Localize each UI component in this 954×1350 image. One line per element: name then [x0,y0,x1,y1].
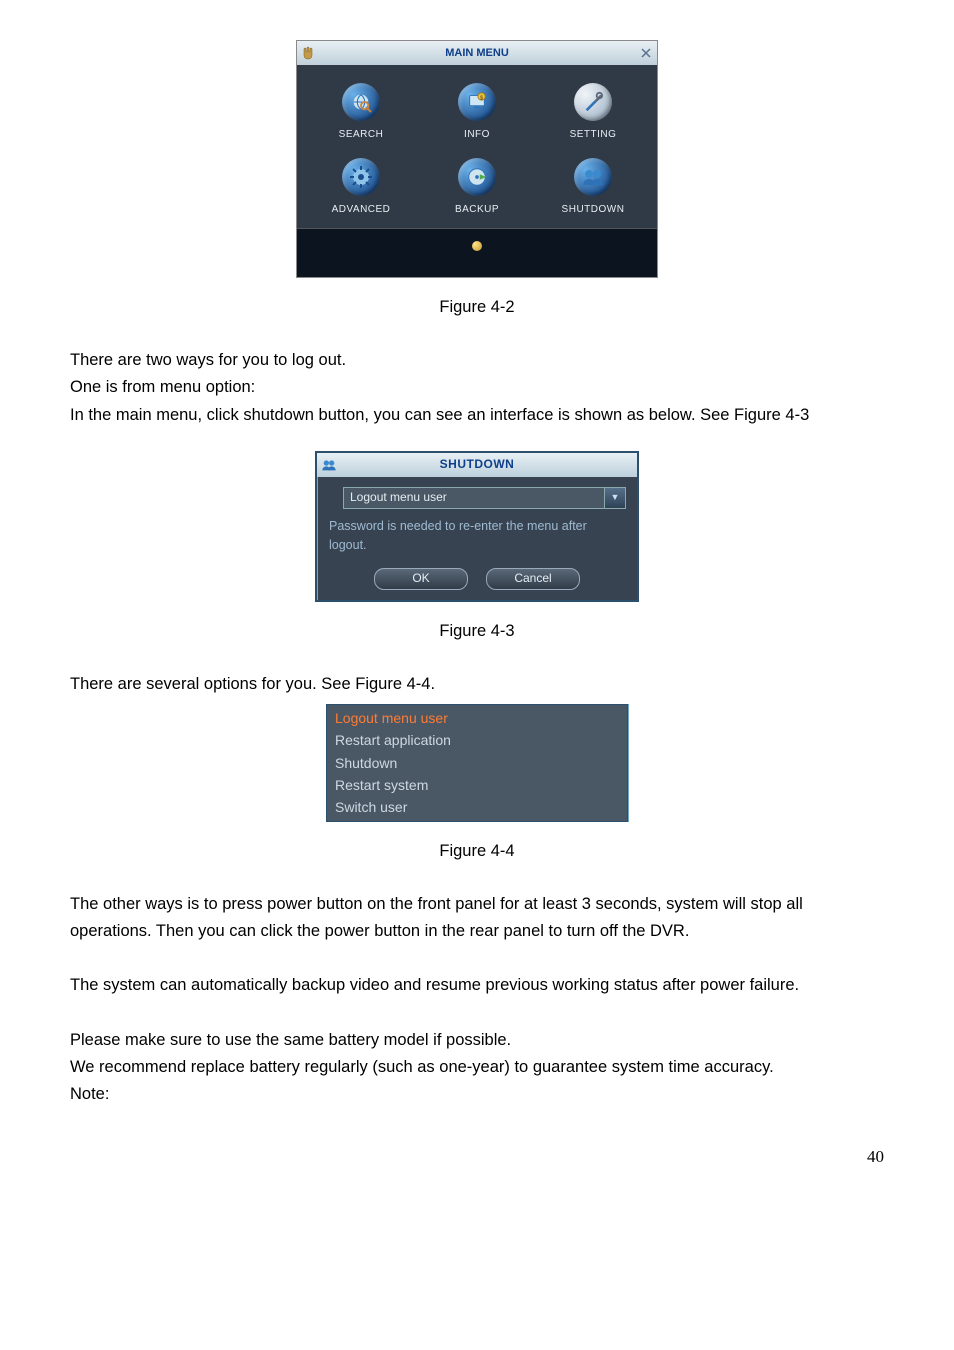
disc-play-icon [458,158,496,196]
shutdown-select[interactable]: Logout menu user ▼ [343,487,606,509]
monitor-info-icon: $ [458,83,496,121]
shutdown-message: Password is needed to re-enter the menu … [329,517,625,556]
menu-item-label: SEARCH [339,127,384,144]
main-menu-footer [297,228,657,277]
close-icon[interactable] [635,43,657,63]
body-text: One is from menu option: [70,374,884,401]
cancel-button[interactable]: Cancel [486,568,580,590]
list-item[interactable]: Restart application [327,729,627,751]
tools-icon [574,83,612,121]
menu-item-info[interactable]: $ INFO [419,83,535,144]
globe-search-icon [342,83,380,121]
status-dot-icon [472,241,482,251]
menu-item-search[interactable]: SEARCH [303,83,419,144]
body-text: The other ways is to press power button … [70,891,884,945]
menu-item-shutdown[interactable]: SHUTDOWN [535,158,651,219]
menu-hand-icon [297,43,319,63]
shutdown-title-icon [317,457,341,473]
menu-item-label: BACKUP [455,202,499,219]
list-item[interactable]: Restart system [327,774,627,796]
shutdown-titlebar: SHUTDOWN [317,453,637,477]
list-item[interactable]: Switch user [327,796,627,818]
users-icon [574,158,612,196]
shutdown-select-value: Logout menu user [350,488,447,508]
main-menu-window: MAIN MENU SEARCH $ INFO [296,40,658,278]
gear-icon [342,158,380,196]
figure-caption: Figure 4-3 [70,618,884,645]
figure-caption: Figure 4-2 [70,294,884,321]
body-text: There are two ways for you to log out. [70,347,884,374]
body-text: The system can automatically backup vide… [70,972,884,999]
menu-item-label: ADVANCED [332,202,391,219]
body-text: Please make sure to use the same battery… [70,1027,884,1054]
menu-item-advanced[interactable]: ADVANCED [303,158,419,219]
page-number: 40 [70,1143,884,1171]
shutdown-options-list[interactable]: Logout menu user Restart application Shu… [326,704,628,821]
svg-text:$: $ [480,95,483,101]
body-text: In the main menu, click shutdown button,… [70,402,884,429]
menu-item-label: SETTING [570,127,617,144]
menu-item-label: SHUTDOWN [562,202,625,219]
figure-caption: Figure 4-4 [70,838,884,865]
body-text: Note: [70,1081,884,1108]
shutdown-title: SHUTDOWN [341,455,613,475]
body-text: We recommend replace battery regularly (… [70,1054,884,1081]
main-menu-title: MAIN MENU [319,44,635,62]
main-menu-titlebar: MAIN MENU [297,41,657,65]
list-item[interactable]: Logout menu user [327,707,627,729]
menu-item-label: INFO [464,127,490,144]
menu-item-setting[interactable]: SETTING [535,83,651,144]
menu-item-backup[interactable]: BACKUP [419,158,535,219]
main-menu-grid: SEARCH $ INFO SETTING ADVANCED [297,65,657,228]
chevron-down-icon[interactable]: ▼ [604,487,626,509]
ok-button[interactable]: OK [374,568,468,590]
shutdown-dialog: SHUTDOWN Logout menu user ▼ Password is … [315,451,639,602]
list-item[interactable]: Shutdown [327,752,627,774]
body-text: There are several options for you. See F… [70,671,884,698]
